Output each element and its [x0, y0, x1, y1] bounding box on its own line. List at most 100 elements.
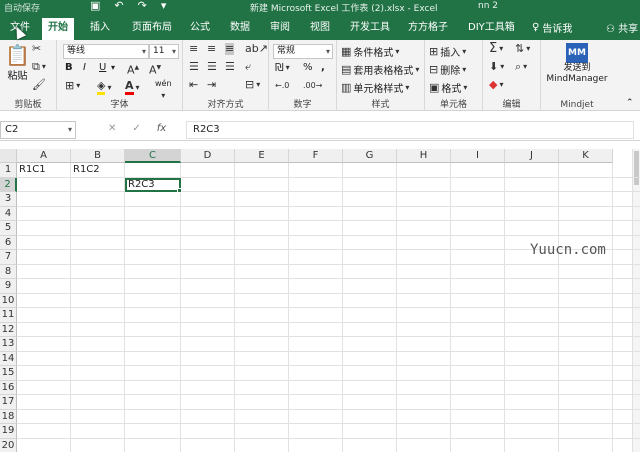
- row-header-9[interactable]: 9: [0, 279, 17, 294]
- comma-style-button[interactable]: ,: [321, 62, 325, 73]
- increase-indent-button[interactable]: ⇥: [207, 79, 216, 91]
- clear-button[interactable]: ◆ ▾: [489, 79, 503, 91]
- tab-diy-toolbox[interactable]: DIY工具箱: [462, 18, 521, 40]
- tab-formulas[interactable]: 公式: [184, 18, 216, 40]
- fill-button[interactable]: ⬇ ▾: [489, 61, 504, 73]
- tab-insert[interactable]: 插入: [84, 18, 116, 40]
- cell-b1[interactable]: R1C2: [71, 163, 125, 178]
- column-header-d[interactable]: D: [181, 149, 235, 163]
- bold-button[interactable]: B: [65, 62, 73, 73]
- decrease-decimal-button[interactable]: .00→: [303, 80, 322, 92]
- sort-filter-button[interactable]: ⇅ ▾: [515, 43, 530, 55]
- collapse-ribbon-button[interactable]: ⌃: [626, 98, 634, 108]
- number-format-select[interactable]: 常规 ▾: [273, 44, 333, 59]
- font-name-select[interactable]: 等线 ▾: [63, 44, 149, 59]
- undo-icon[interactable]: ↶: [114, 0, 123, 12]
- percent-style-button[interactable]: %: [303, 62, 313, 73]
- borders-button[interactable]: ⊞ ▾: [65, 80, 80, 92]
- paste-button[interactable]: 📋 粘贴: [5, 44, 30, 82]
- name-box[interactable]: C2 ▾: [0, 121, 76, 139]
- column-header-b[interactable]: B: [71, 149, 125, 163]
- share-button[interactable]: ⚇ 共享: [606, 20, 638, 35]
- autosum-button[interactable]: Σ ▾: [489, 42, 503, 55]
- row-header-15[interactable]: 15: [0, 366, 17, 381]
- wrap-text-button[interactable]: ⤶: [245, 61, 251, 73]
- align-middle-button[interactable]: ≡: [207, 43, 216, 55]
- cancel-icon[interactable]: ✕: [108, 123, 116, 134]
- cell-styles-button[interactable]: ▥ 单元格样式 ▾: [341, 80, 409, 95]
- copy-button[interactable]: ⧉ ▾: [32, 61, 46, 73]
- accounting-format-button[interactable]: ₪ ▾: [275, 62, 290, 74]
- align-center-button[interactable]: ☰: [207, 61, 217, 73]
- tab-fangfang[interactable]: 方方格子: [402, 18, 454, 40]
- underline-button[interactable]: U: [99, 62, 106, 73]
- decrease-font-button[interactable]: A▼: [149, 62, 161, 77]
- active-cell[interactable]: R2C3: [125, 177, 181, 192]
- row-header-17[interactable]: 17: [0, 395, 17, 410]
- format-painter-button[interactable]: 🖌: [32, 79, 46, 91]
- column-header-j[interactable]: J: [505, 149, 559, 163]
- align-right-button[interactable]: ☰: [225, 61, 235, 73]
- find-select-button[interactable]: ⌕ ▾: [515, 61, 527, 73]
- row-header-18[interactable]: 18: [0, 409, 17, 424]
- user-name[interactable]: nn 2: [478, 1, 498, 11]
- column-header-c[interactable]: C: [125, 149, 181, 163]
- italic-button[interactable]: I: [83, 62, 86, 73]
- align-top-button[interactable]: ≡: [189, 43, 198, 55]
- merge-center-button[interactable]: ⊟ ▾: [245, 79, 260, 91]
- redo-icon[interactable]: ↷: [138, 0, 147, 12]
- decrease-indent-button[interactable]: ⇤: [189, 79, 198, 91]
- font-size-select[interactable]: 11 ▾: [149, 44, 179, 59]
- row-header-14[interactable]: 14: [0, 351, 17, 366]
- row-header-1[interactable]: 1: [0, 163, 17, 178]
- fill-handle[interactable]: [177, 188, 182, 193]
- column-header-e[interactable]: E: [235, 149, 289, 163]
- customize-qat-icon[interactable]: ▾: [161, 0, 167, 12]
- underline-dropdown[interactable]: ▾: [111, 63, 115, 72]
- insert-cells-button[interactable]: ⊞ 插入 ▾: [429, 44, 466, 59]
- fill-color-button[interactable]: ◈ ▾: [97, 80, 111, 95]
- row-header-2[interactable]: 2: [0, 177, 17, 192]
- tell-me-search[interactable]: ♀ 告诉我: [532, 20, 572, 35]
- select-all-button[interactable]: [0, 149, 17, 163]
- tab-page-layout[interactable]: 页面布局: [126, 18, 178, 40]
- tab-view[interactable]: 视图: [304, 18, 336, 40]
- delete-cells-button[interactable]: ⊟ 删除 ▾: [429, 62, 466, 77]
- column-header-k[interactable]: K: [559, 149, 613, 163]
- enter-icon[interactable]: ✓: [132, 123, 140, 134]
- row-header-12[interactable]: 12: [0, 322, 17, 337]
- tab-data[interactable]: 数据: [224, 18, 256, 40]
- tab-review[interactable]: 审阅: [264, 18, 296, 40]
- column-header-g[interactable]: G: [343, 149, 397, 163]
- format-cells-button[interactable]: ▣ 格式 ▾: [429, 80, 467, 95]
- save-icon[interactable]: ▣: [90, 0, 100, 12]
- worksheet-grid[interactable]: A B C D E F G H I J K 1 2 3 4 5 6 7 8 9 10 11 12 13 14 15 16 17 18 19…: [0, 149, 640, 452]
- cell-a1[interactable]: R1C1: [17, 163, 71, 178]
- row-header-7[interactable]: 7: [0, 250, 17, 265]
- column-header-a[interactable]: A: [17, 149, 71, 163]
- autosave-label[interactable]: 自动保存: [4, 1, 40, 14]
- row-header-11[interactable]: 11: [0, 308, 17, 323]
- tab-home[interactable]: 开始: [42, 18, 74, 40]
- tab-developer[interactable]: 开发工具: [344, 18, 396, 40]
- row-header-13[interactable]: 13: [0, 337, 17, 352]
- column-header-h[interactable]: H: [397, 149, 451, 163]
- row-header-19[interactable]: 19: [0, 424, 17, 439]
- row-header-20[interactable]: 20: [0, 438, 17, 452]
- align-bottom-button[interactable]: ≡: [225, 43, 235, 55]
- font-color-button[interactable]: A ▾: [125, 80, 140, 95]
- row-header-10[interactable]: 10: [0, 293, 17, 308]
- insert-function-icon[interactable]: fx: [157, 123, 166, 134]
- increase-font-button[interactable]: A▲: [127, 62, 139, 77]
- increase-decimal-button[interactable]: ←.0: [275, 80, 289, 92]
- scrollbar-thumb[interactable]: [634, 151, 639, 185]
- row-header-5[interactable]: 5: [0, 221, 17, 236]
- column-header-i[interactable]: I: [451, 149, 505, 163]
- row-header-8[interactable]: 8: [0, 264, 17, 279]
- orientation-button[interactable]: ab↗: [245, 43, 268, 55]
- row-header-3[interactable]: 3: [0, 192, 17, 207]
- align-left-button[interactable]: ☰: [189, 61, 199, 73]
- conditional-formatting-button[interactable]: ▦ 条件格式 ▾: [341, 44, 399, 59]
- vertical-scrollbar[interactable]: [632, 149, 640, 452]
- column-header-f[interactable]: F: [289, 149, 343, 163]
